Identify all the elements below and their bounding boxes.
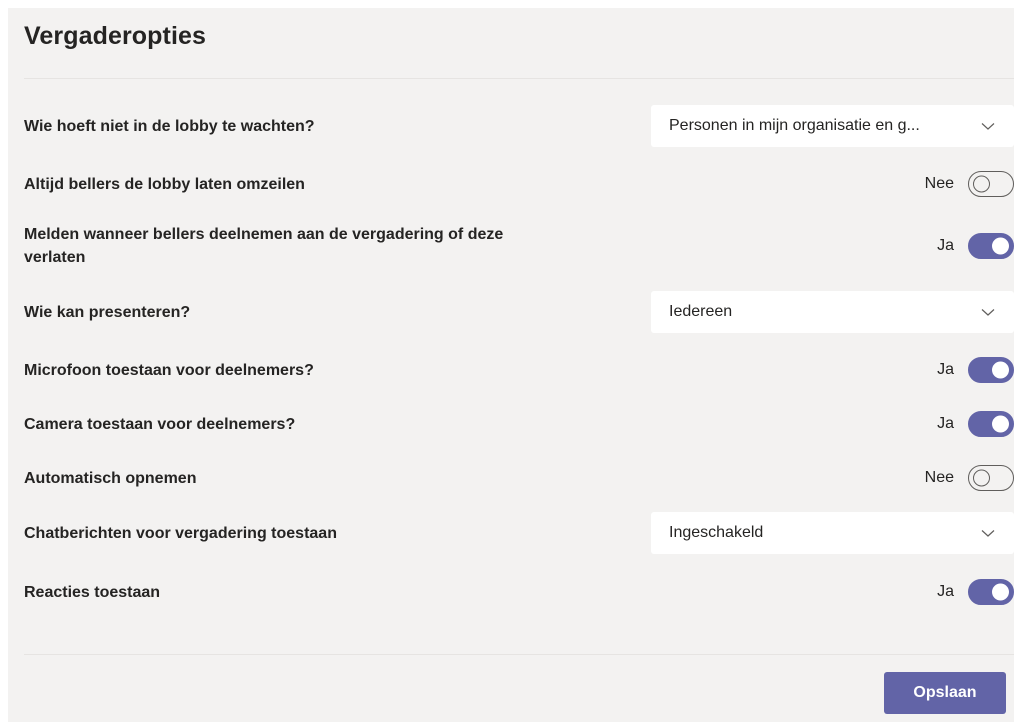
who-presents-value: Iedereen	[669, 303, 733, 320]
lobby-bypass-dropdown[interactable]: Personen in mijn organisatie en g...	[651, 105, 1014, 147]
who-presents-dropdown[interactable]: Iedereen	[651, 291, 1014, 333]
toggle-knob	[992, 583, 1009, 601]
announce-callers-state: Ja	[937, 237, 954, 254]
callers-bypass-row: Altijd bellers de lobby laten omzeilen N…	[24, 170, 1014, 198]
toggle-knob	[973, 469, 990, 487]
callers-bypass-toggle-group: Nee	[925, 171, 1014, 197]
announce-callers-row: Melden wanneer bellers deelnemen aan de …	[24, 221, 1014, 271]
allow-camera-state: Ja	[937, 415, 954, 432]
toggle-knob	[992, 361, 1009, 379]
toggle-knob	[992, 415, 1009, 433]
footer-divider	[24, 654, 1014, 655]
reactions-toggle-group: Ja	[937, 579, 1014, 605]
announce-callers-label: Melden wanneer bellers deelnemen aan de …	[24, 226, 504, 266]
meeting-options-panel: Vergaderopties Wie hoeft niet in de lobb…	[8, 8, 1014, 722]
allow-mic-toggle-group: Ja	[937, 357, 1014, 383]
auto-record-label: Automatisch opnemen	[24, 469, 197, 487]
chat-label: Chatberichten voor vergadering toestaan	[24, 524, 337, 542]
toggle-knob	[973, 175, 990, 193]
allow-mic-state: Ja	[937, 361, 954, 378]
allow-mic-label: Microfoon toestaan voor deelnemers?	[24, 361, 314, 379]
lobby-bypass-label: Wie hoeft niet in de lobby te wachten?	[24, 117, 315, 135]
chat-dropdown[interactable]: Ingeschakeld	[651, 512, 1014, 554]
allow-camera-row: Camera toestaan voor deelnemers? Ja	[24, 410, 1014, 438]
allow-camera-toggle-group: Ja	[937, 411, 1014, 437]
reactions-row: Reacties toestaan Ja	[24, 578, 1014, 606]
allow-mic-toggle[interactable]	[968, 357, 1014, 383]
auto-record-state: Nee	[924, 469, 954, 486]
callers-bypass-label: Altijd bellers de lobby laten omzeilen	[24, 175, 305, 193]
callers-bypass-toggle[interactable]	[968, 171, 1014, 197]
allow-camera-label: Camera toestaan voor deelnemers?	[24, 415, 296, 433]
toggle-knob	[992, 237, 1009, 255]
auto-record-toggle[interactable]	[968, 465, 1014, 491]
who-presents-label: Wie kan presenteren?	[24, 303, 191, 321]
chat-value: Ingeschakeld	[669, 524, 764, 541]
header-divider	[24, 78, 1014, 79]
callers-bypass-state: Nee	[924, 175, 954, 192]
auto-record-row: Automatisch opnemen Nee	[24, 464, 1014, 492]
save-button[interactable]: Opslaan	[884, 672, 1006, 714]
chevron-down-icon	[980, 525, 996, 541]
reactions-toggle[interactable]	[968, 579, 1014, 605]
announce-callers-toggle[interactable]	[968, 233, 1014, 259]
announce-callers-toggle-group: Ja	[937, 233, 1014, 259]
lobby-bypass-value: Personen in mijn organisatie en g...	[669, 117, 920, 134]
chevron-down-icon	[980, 304, 996, 320]
reactions-state: Ja	[937, 583, 954, 600]
allow-mic-row: Microfoon toestaan voor deelnemers? Ja	[24, 356, 1014, 384]
allow-camera-toggle[interactable]	[968, 411, 1014, 437]
auto-record-toggle-group: Nee	[925, 465, 1014, 491]
chevron-down-icon	[980, 118, 996, 134]
reactions-label: Reacties toestaan	[24, 583, 161, 601]
page-title: Vergaderopties	[24, 22, 207, 50]
